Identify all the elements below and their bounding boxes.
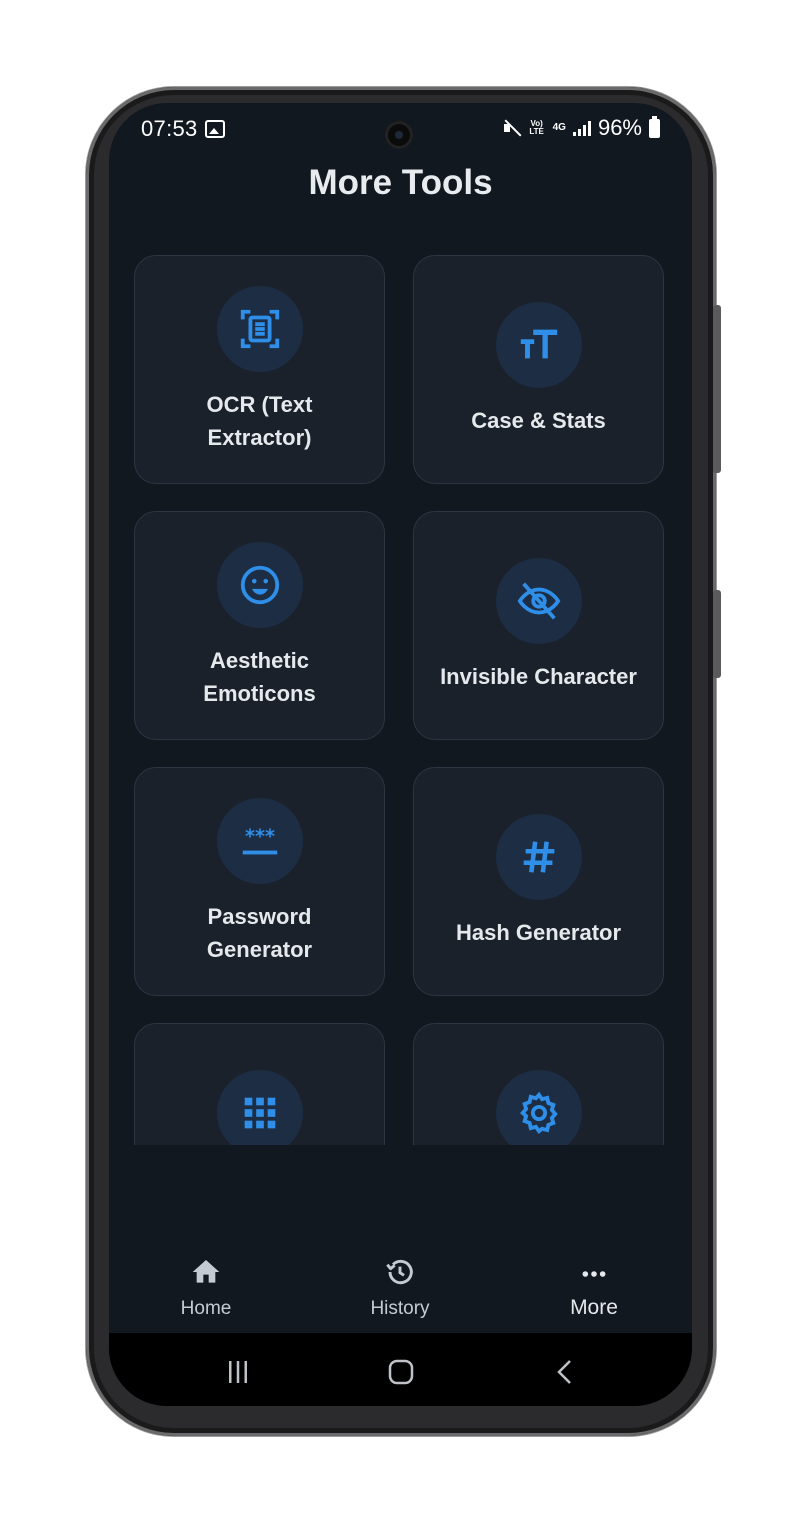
tools-grid: OCR (Text Extractor) Case & Stats Aesthe… — [109, 243, 692, 1145]
nav-label: Home — [180, 1298, 232, 1319]
nav-home[interactable]: Home — [109, 1236, 303, 1333]
tool-label: Invisible Character — [440, 664, 637, 689]
page-title: More Tools — [308, 163, 493, 202]
power-button — [713, 305, 721, 473]
document-scan-icon — [216, 286, 303, 372]
nav-more[interactable]: More — [497, 1236, 691, 1333]
status-bar: 07:53 Vo) LTE 4G 96% — [109, 103, 692, 151]
gear-icon — [495, 1070, 582, 1145]
tool-card-case-stats[interactable]: Case & Stats — [413, 255, 664, 484]
tool-card-invisible-character[interactable]: Invisible Character — [413, 511, 664, 740]
recents-icon[interactable] — [223, 1357, 253, 1387]
front-camera — [385, 121, 413, 149]
nav-label: More — [570, 1296, 618, 1319]
smiley-icon — [216, 542, 303, 628]
nav-history[interactable]: History — [303, 1236, 497, 1333]
volume-button — [713, 590, 721, 678]
back-icon[interactable] — [551, 1357, 581, 1387]
tool-label: Aesthetic Emoticons — [203, 648, 316, 706]
tool-card-password-generator[interactable]: *** Password Generator — [134, 767, 385, 996]
bottom-nav: Home History More — [109, 1236, 692, 1333]
text-case-icon — [495, 302, 582, 388]
tool-card-ocr[interactable]: OCR (Text Extractor) — [134, 255, 385, 484]
history-icon — [386, 1259, 413, 1285]
password-icon: *** — [216, 798, 303, 884]
system-nav-bar — [109, 1333, 692, 1406]
more-icon — [582, 1271, 606, 1277]
network-type: 4G — [552, 122, 566, 133]
svg-text:***: *** — [244, 825, 274, 848]
image-notification-icon — [205, 120, 225, 138]
phone-screen: 07:53 Vo) LTE 4G 96% More Tools OCR (Tex… — [109, 103, 692, 1406]
eye-off-icon — [495, 558, 582, 644]
battery-percent: 96% — [597, 115, 642, 140]
mute-icon — [503, 119, 521, 137]
tool-label: Password Generator — [206, 904, 313, 962]
tool-label: Hash Generator — [455, 920, 622, 945]
tool-card-grid[interactable] — [134, 1023, 385, 1145]
battery-icon — [649, 115, 660, 138]
tool-label: Case & Stats — [471, 408, 606, 433]
signal-icon — [572, 120, 591, 136]
tool-card-aesthetic-emoticons[interactable]: Aesthetic Emoticons — [134, 511, 385, 740]
tool-label: OCR (Text Extractor) — [206, 392, 313, 450]
nav-label: History — [370, 1298, 430, 1319]
tool-card-hash-generator[interactable]: Hash Generator — [413, 767, 664, 996]
grid-icon — [216, 1070, 303, 1145]
tool-card-settings[interactable] — [413, 1023, 664, 1145]
home-icon — [192, 1260, 220, 1283]
volte-indicator: Vo) LTE — [529, 119, 544, 136]
home-button-icon[interactable] — [386, 1357, 416, 1387]
hash-icon — [495, 814, 582, 900]
status-time: 07:53 — [141, 116, 198, 141]
status-icons: Vo) LTE 4G 96% — [503, 115, 660, 141]
